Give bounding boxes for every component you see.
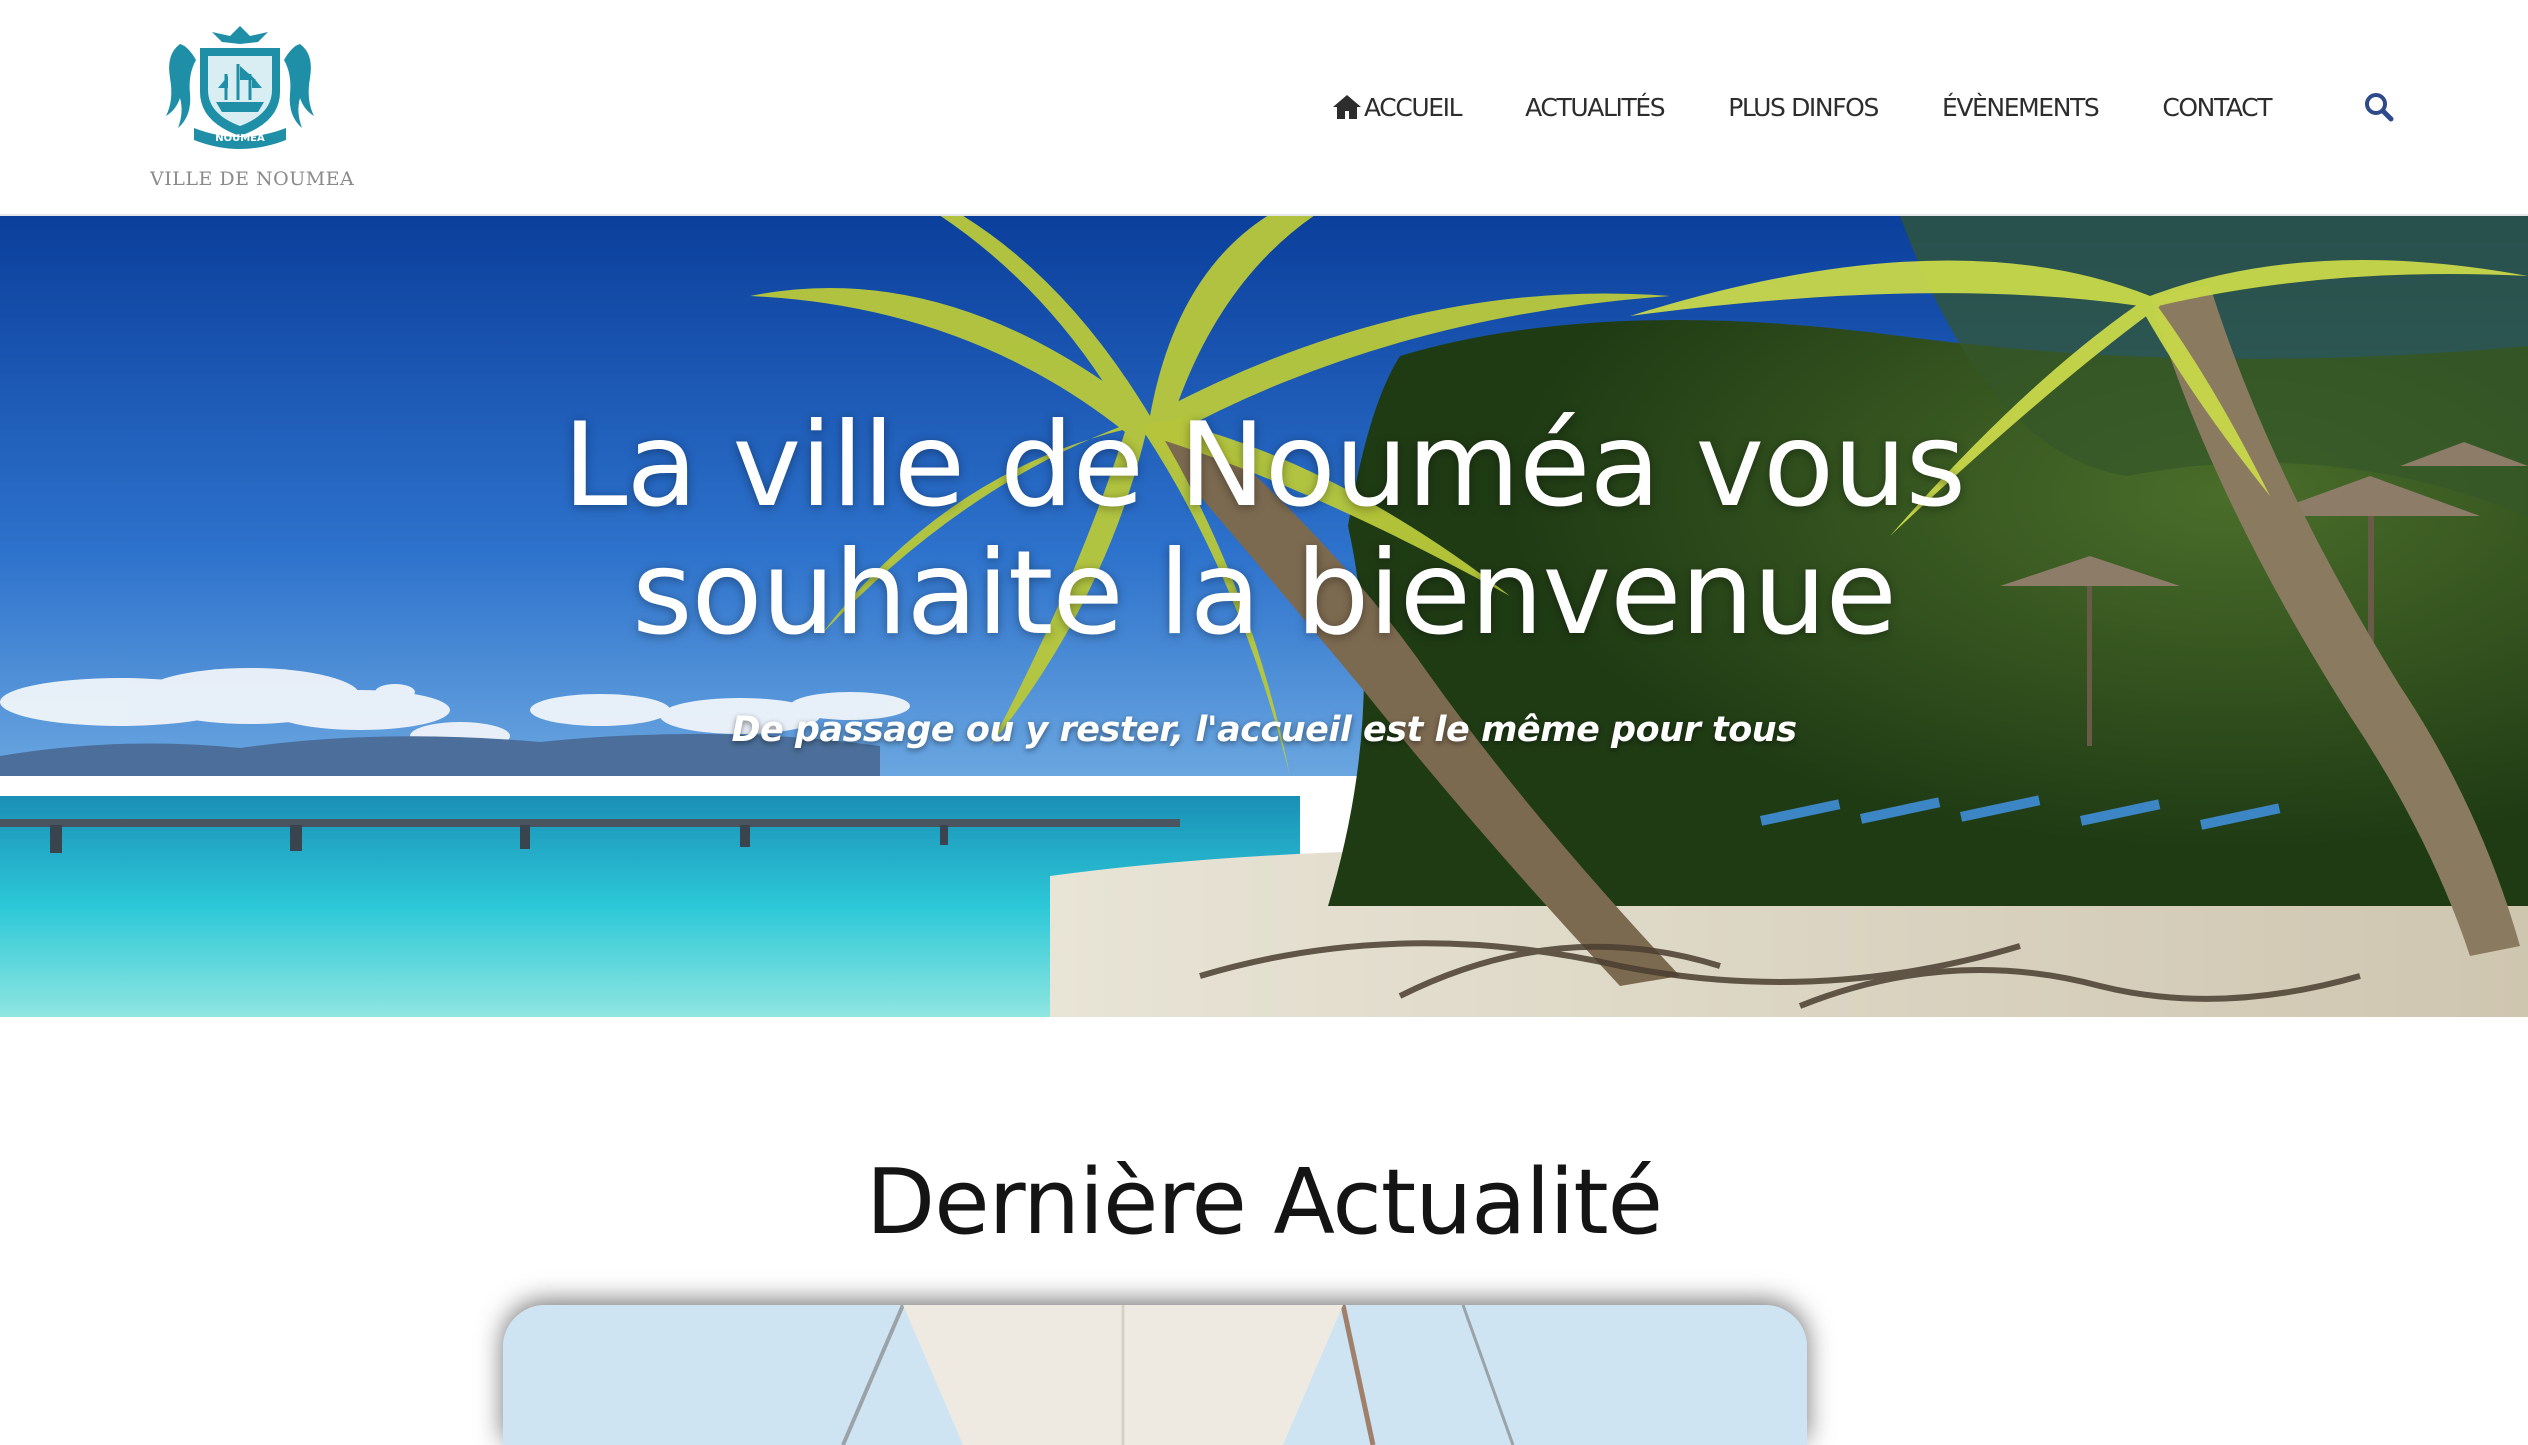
- nav-label-evenements: ÉVÈNEMENTS: [1941, 92, 2100, 122]
- nav-item-accueil[interactable]: ACCUEIL: [1332, 86, 1463, 128]
- main-nav: ACCUEIL ACTUALITÉS PLUS DINFOS ÉVÈNEMENT…: [1332, 86, 2273, 128]
- nav-label-plus-dinfos: PLUS DINFOS: [1728, 92, 1879, 122]
- search-button[interactable]: [2362, 90, 2396, 124]
- site-header: NOUMEA VILLE DE NOUMEA ACCUEIL ACTUALITÉ…: [0, 0, 2528, 216]
- hero-subtitle: De passage ou y rester, l'accueil est le…: [731, 710, 1797, 750]
- nav-label-actualites: ACTUALITÉS: [1525, 92, 1665, 122]
- search-icon: [2365, 93, 2394, 122]
- nav-item-actualites[interactable]: ACTUALITÉS: [1525, 86, 1665, 128]
- news-section-title: Dernière Actualité: [865, 1150, 1663, 1255]
- hero-title: La ville de Nouméa vous souhaite la bienv…: [264, 402, 2264, 658]
- nav-item-plus-dinfos[interactable]: PLUS DINFOS: [1728, 86, 1879, 128]
- home-icon: [1333, 95, 1361, 119]
- nav-label-accueil: ACCUEIL: [1364, 92, 1463, 122]
- nav-label-contact: CONTACT: [2162, 92, 2272, 122]
- site-logo[interactable]: NOUMEA VILLE DE NOUMEA: [150, 24, 355, 196]
- logo-crest-text: NOUMEA: [215, 133, 265, 144]
- coat-of-arms-icon: NOUMEA: [166, 26, 314, 149]
- nav-item-evenements[interactable]: ÉVÈNEMENTS: [1941, 86, 2100, 128]
- logo-text: VILLE DE NOUMEA: [150, 168, 355, 190]
- news-card[interactable]: [503, 1305, 1807, 1445]
- nav-item-contact[interactable]: CONTACT: [2162, 86, 2272, 128]
- hero-title-line-1: La ville de Nouméa vous: [562, 398, 1966, 533]
- hero-banner: La ville de Nouméa vous souhaite la bienv…: [0, 216, 2528, 1017]
- hero-title-line-2: souhaite la bienvenue: [632, 526, 1897, 661]
- news-card-image: [503, 1305, 1807, 1445]
